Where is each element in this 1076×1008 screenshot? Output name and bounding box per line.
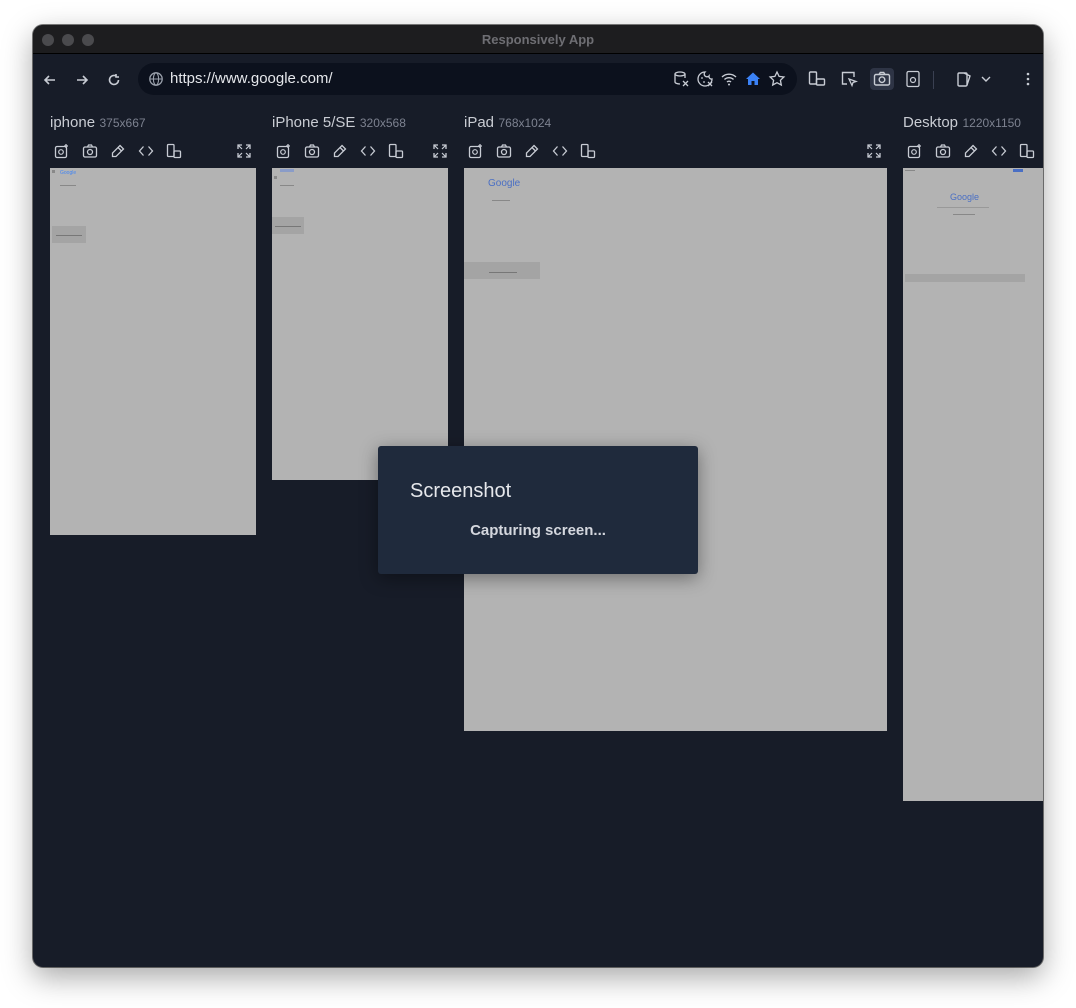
eyedropper-icon[interactable] <box>332 143 348 159</box>
globe-icon <box>149 72 163 86</box>
title-bar: Responsively App <box>33 25 1043 54</box>
full-page-screenshot-icon[interactable] <box>276 143 292 159</box>
reload-icon <box>108 74 120 86</box>
device-toolbar-ipad <box>468 143 887 161</box>
fullscreen-icon[interactable] <box>432 143 448 159</box>
device-frame-iphone[interactable]: Google <box>50 168 256 535</box>
address-bar[interactable]: https://www.google.com/ <box>138 63 797 95</box>
clear-storage-icon[interactable] <box>672 70 690 88</box>
device-toolbar-iphone-5-se <box>276 143 448 161</box>
device-name: iPhone 5/SE <box>272 114 356 131</box>
app-window: Responsively App https://www.google.com/ <box>33 25 1043 967</box>
rotate-device-icon[interactable] <box>1019 143 1035 159</box>
device-size: 320x568 <box>359 116 406 130</box>
screenshot-button[interactable] <box>870 68 894 90</box>
star-icon[interactable] <box>768 70 786 88</box>
chevron-down-icon[interactable] <box>979 69 993 89</box>
camera-icon <box>873 71 891 86</box>
toolbar-divider <box>933 71 934 89</box>
device-frame-iphone-5-se[interactable] <box>272 168 448 480</box>
device-name: iPad <box>464 114 495 131</box>
device-manager-icon[interactable] <box>955 69 975 89</box>
rotate-device-icon[interactable] <box>166 143 182 159</box>
camera-icon[interactable] <box>304 143 320 159</box>
device-toolbar-desktop <box>907 143 1043 161</box>
url-input[interactable]: https://www.google.com/ <box>170 70 333 87</box>
screenshot-modal: Screenshot Capturing screen... <box>378 446 698 574</box>
more-menu-icon[interactable] <box>1021 69 1035 89</box>
main-toolbar: https://www.google.com/ <box>33 55 1043 105</box>
preview-layout-icon[interactable] <box>903 69 923 89</box>
device-size: 375x667 <box>99 116 146 130</box>
device-name: iphone <box>50 114 96 131</box>
full-page-screenshot-icon[interactable] <box>907 143 923 159</box>
window-title: Responsively App <box>481 32 595 47</box>
arrow-left-icon <box>43 75 55 85</box>
home-icon[interactable] <box>744 70 762 88</box>
code-icon[interactable] <box>991 143 1007 159</box>
device-frame-desktop[interactable]: Google <box>903 168 1043 801</box>
reload-button[interactable] <box>103 69 125 91</box>
camera-icon[interactable] <box>496 143 512 159</box>
device-header-ipad: iPad 768x1024 <box>464 114 551 132</box>
device-size: 768x1024 <box>498 116 552 130</box>
eyedropper-icon[interactable] <box>963 143 979 159</box>
google-logo: Google <box>950 192 980 202</box>
rotate-devices-icon[interactable] <box>807 69 827 89</box>
device-header-iphone-5-se: iPhone 5/SE 320x568 <box>272 114 406 132</box>
inspect-element-icon[interactable] <box>839 69 859 89</box>
rotate-device-icon[interactable] <box>580 143 596 159</box>
device-name: Desktop <box>903 114 959 131</box>
modal-title: Screenshot <box>410 480 512 502</box>
fullscreen-icon[interactable] <box>866 143 882 159</box>
google-logo: Google <box>488 178 521 189</box>
camera-icon[interactable] <box>935 143 951 159</box>
fullscreen-icon[interactable] <box>236 143 252 159</box>
modal-message: Capturing screen... <box>470 522 606 539</box>
rotate-device-icon[interactable] <box>388 143 404 159</box>
google-logo: Google <box>60 170 77 176</box>
eyedropper-icon[interactable] <box>110 143 126 159</box>
network-offline-icon[interactable] <box>720 70 738 88</box>
code-icon[interactable] <box>138 143 154 159</box>
full-page-screenshot-icon[interactable] <box>54 143 70 159</box>
full-page-screenshot-icon[interactable] <box>468 143 484 159</box>
device-size: 1220x1150 <box>962 116 1021 130</box>
device-header-desktop: Desktop 1220x1150 <box>903 114 1021 132</box>
clear-cookies-icon[interactable] <box>696 70 714 88</box>
code-icon[interactable] <box>552 143 568 159</box>
code-icon[interactable] <box>360 143 376 159</box>
device-header-iphone: iphone 375x667 <box>50 114 146 132</box>
eyedropper-icon[interactable] <box>524 143 540 159</box>
forward-button[interactable] <box>71 69 93 91</box>
camera-icon[interactable] <box>82 143 98 159</box>
arrow-right-icon <box>77 75 89 85</box>
device-toolbar-iphone <box>54 143 254 161</box>
back-button[interactable] <box>39 69 61 91</box>
